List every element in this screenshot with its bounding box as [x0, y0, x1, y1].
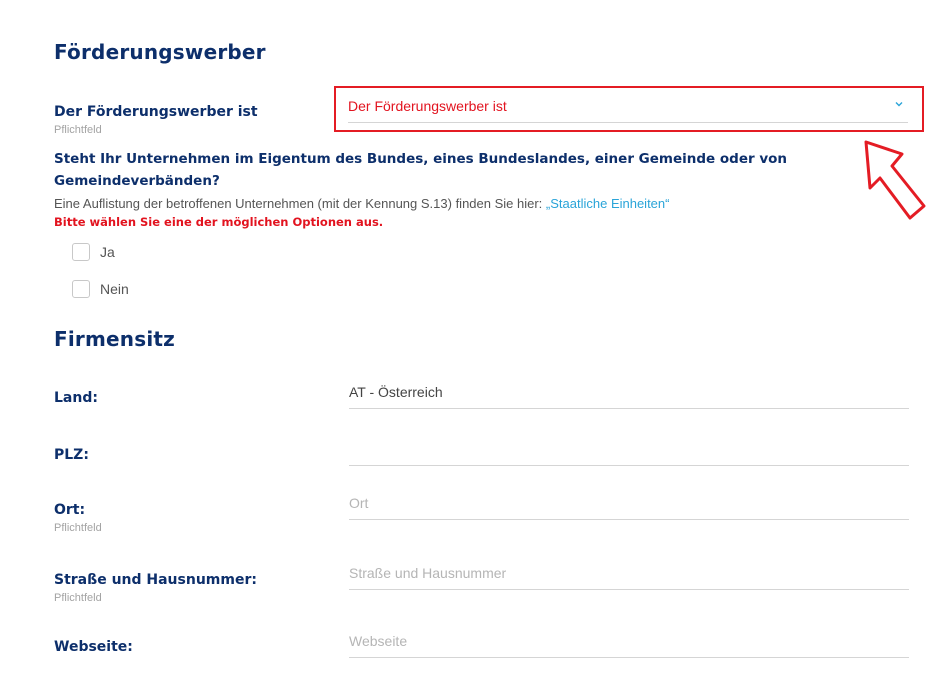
zip-label: PLZ: — [54, 447, 89, 463]
website-input[interactable]: Webseite — [349, 629, 909, 658]
country-underline — [349, 408, 909, 409]
city-underline — [349, 519, 909, 520]
website-underline — [349, 657, 909, 658]
option-nein-label: Nein — [100, 281, 129, 297]
website-label: Webseite: — [54, 639, 133, 655]
checkbox-nein[interactable] — [72, 280, 90, 298]
applicant-type-underline — [348, 122, 908, 123]
ownership-info-text: Eine Auflistung der betroffenen Unterneh… — [54, 196, 546, 211]
zip-input[interactable] — [349, 437, 909, 466]
street-underline — [349, 589, 909, 590]
state-entities-link[interactable]: „Staatliche Einheiten“ — [546, 196, 670, 211]
street-label: Straße und Hausnummer: — [54, 572, 257, 588]
street-input[interactable]: Straße und Hausnummer — [349, 561, 909, 590]
city-label: Ort: — [54, 502, 86, 518]
chevron-down-icon[interactable] — [894, 96, 904, 114]
arrow-pointer-icon — [864, 140, 926, 220]
applicant-type-label: Der Förderungswerber ist — [54, 104, 258, 120]
company-seat-heading: Firmensitz — [54, 327, 175, 351]
checkbox-ja[interactable] — [72, 243, 90, 261]
country-field[interactable]: AT - Österreich — [349, 380, 909, 409]
applicant-type-hint: Pflichtfeld — [54, 124, 102, 136]
option-ja-label: Ja — [100, 244, 115, 260]
ownership-question: Steht Ihr Unternehmen im Eigentum des Bu… — [54, 151, 788, 189]
ownership-error: Bitte wählen Sie eine der möglichen Opti… — [54, 215, 384, 229]
applicant-heading: Förderungswerber — [54, 40, 266, 64]
city-placeholder: Ort — [349, 495, 369, 511]
applicant-type-select[interactable]: Der Förderungswerber ist — [348, 96, 908, 123]
option-ja[interactable]: Ja — [72, 243, 115, 261]
street-hint: Pflichtfeld — [54, 592, 102, 604]
street-placeholder: Straße und Hausnummer — [349, 565, 507, 581]
city-input[interactable]: Ort — [349, 491, 909, 520]
ownership-info: Eine Auflistung der betroffenen Unterneh… — [54, 196, 669, 211]
applicant-type-select-value: Der Förderungswerber ist — [348, 98, 507, 114]
option-nein[interactable]: Nein — [72, 280, 129, 298]
website-placeholder: Webseite — [349, 633, 408, 649]
city-hint: Pflichtfeld — [54, 522, 102, 534]
zip-underline — [349, 465, 909, 466]
country-label: Land: — [54, 390, 98, 406]
country-value: AT - Österreich — [349, 384, 443, 400]
